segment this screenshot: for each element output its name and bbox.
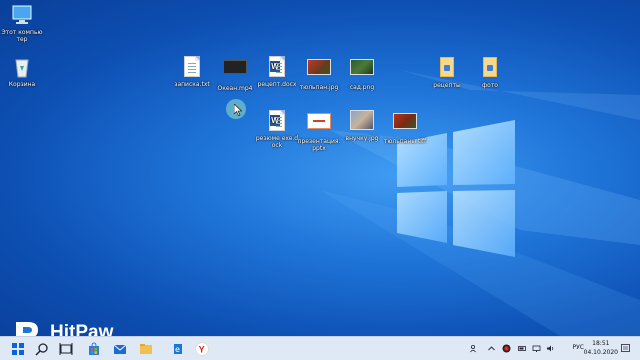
desktop-icon-label: тюльпаны.tiff — [383, 138, 427, 145]
clock-date: 04.10.2020 — [583, 349, 618, 356]
wallpaper-rays — [320, 70, 640, 336]
desktop-icon-label: тюльпан.jpg — [299, 84, 339, 91]
battery-icon[interactable] — [518, 344, 527, 353]
desktop-icon-resume[interactable]: W резюме exe.dock — [255, 110, 299, 149]
desktop-icon-label: сад.png — [349, 84, 375, 91]
svg-text:Y: Y — [199, 345, 205, 355]
yandex-browser-icon[interactable]: Y — [194, 341, 210, 357]
desktop-icon-label: внучку.jpg — [345, 135, 379, 142]
clock[interactable]: 18:51 04.10.2020 — [584, 339, 618, 357]
desktop-icon-label: рецепт.docx — [257, 81, 297, 88]
desktop-icon-garden-png[interactable]: сад.png — [340, 56, 384, 91]
folder-icon — [435, 57, 459, 79]
desktop-icon-txt[interactable]: записка.txt — [170, 56, 214, 88]
desktop-icon-recycle-bin[interactable]: Корзина — [0, 56, 44, 88]
people-icon[interactable] — [470, 344, 479, 353]
desktop-icon-tulips-tiff[interactable]: тюльпаны.tiff — [383, 110, 427, 145]
chevron-up-icon[interactable] — [487, 344, 496, 353]
desktop-icon-label: резюме exe.dock — [255, 135, 299, 149]
search-icon[interactable] — [34, 341, 50, 357]
desktop: Этот компьютер Корзина записка.txt Океан… — [0, 0, 640, 336]
volume-icon[interactable] — [546, 344, 555, 353]
image-file-icon — [350, 59, 374, 81]
image-file-icon — [393, 113, 417, 135]
desktop-icon-label: презентация.pptx — [297, 138, 341, 152]
word-file-icon: W — [265, 56, 289, 78]
network-icon[interactable] — [532, 344, 541, 353]
presentation-file-icon — [307, 113, 331, 135]
text-file-icon — [180, 56, 204, 78]
taskbar: e Y РУС 18:51 04.10.2020 — [0, 336, 640, 360]
pc-icon — [10, 4, 34, 26]
clock-time: 18:51 — [592, 340, 610, 347]
mail-icon[interactable] — [112, 341, 128, 357]
desktop-icon-this-pc[interactable]: Этот компьютер — [0, 4, 44, 43]
recycle-bin-icon — [10, 56, 34, 78]
folder-icon — [478, 57, 502, 79]
desktop-icon-recipe-docx[interactable]: W рецепт.docx — [255, 56, 299, 88]
file-explorer-icon[interactable] — [138, 341, 154, 357]
desktop-icon-label: фото — [482, 82, 498, 89]
start-icon[interactable] — [10, 341, 26, 357]
word-file-icon: W — [265, 110, 289, 132]
mouse-cursor-icon — [234, 104, 242, 116]
image-file-icon — [350, 110, 374, 132]
desktop-icon-recipes-folder[interactable]: рецепты — [425, 56, 469, 89]
edge-icon[interactable]: e — [170, 341, 186, 357]
notifications-icon[interactable] — [620, 343, 631, 354]
desktop-icon-label: Корзина — [8, 81, 36, 88]
image-file-icon — [307, 59, 331, 81]
store-icon[interactable] — [86, 341, 102, 357]
desktop-icon-granddaughter-jpg[interactable]: внучку.jpg — [340, 110, 384, 142]
record-icon[interactable] — [502, 344, 511, 353]
desktop-icon-label: рецепты — [433, 82, 461, 89]
desktop-icon-label: записка.txt — [174, 81, 210, 88]
desktop-icon-tulip-jpg[interactable]: тюльпан.jpg — [297, 56, 341, 91]
task-view-icon[interactable] — [58, 341, 74, 357]
desktop-icon-label: Океан.mp4 — [217, 85, 253, 92]
hitpaw-logo-icon — [16, 322, 38, 336]
video-file-icon — [223, 60, 247, 82]
desktop-icon-presentation[interactable]: презентация.pptx — [297, 110, 341, 152]
svg-text:e: e — [175, 345, 180, 354]
desktop-icon-label: Этот компьютер — [1, 29, 43, 43]
watermark-text: HitPaw — [50, 322, 114, 336]
desktop-icon-video[interactable]: Океан.mp4 — [213, 56, 257, 92]
desktop-icon-photo-folder[interactable]: фото — [468, 56, 512, 89]
language-indicator[interactable]: РУС — [573, 344, 584, 351]
